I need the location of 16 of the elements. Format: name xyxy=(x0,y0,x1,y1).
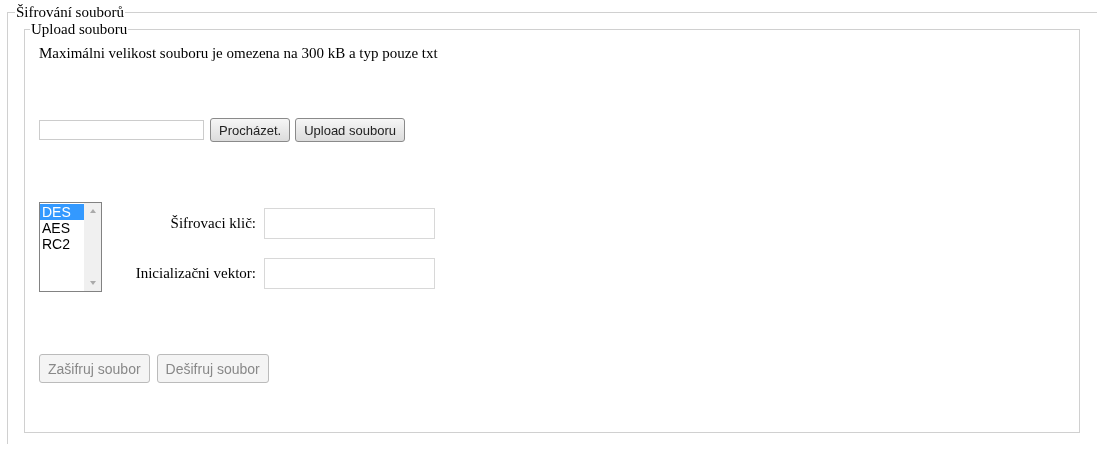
section-title: Šifrování souborů xyxy=(15,4,125,21)
upload-title: Upload souboru xyxy=(30,21,129,38)
size-limit-note: Maximálni velikost souboru je omezena na 300 kB a typ pouze txt xyxy=(39,44,439,62)
scrollbar[interactable] xyxy=(84,203,101,291)
algorithm-option[interactable]: AES xyxy=(40,220,84,236)
input-field[interactable] xyxy=(264,208,435,239)
browse-button[interactable]: Procházet. xyxy=(210,118,291,142)
field-label: Inicializačni vektor: xyxy=(134,265,256,282)
upload-button[interactable]: Upload souboru xyxy=(295,118,405,142)
field-label: Šifrovaci klič: xyxy=(169,215,256,232)
scroll-up-icon[interactable] xyxy=(88,208,97,214)
input-field[interactable] xyxy=(264,258,435,289)
file-path-field[interactable] xyxy=(39,120,204,140)
scroll-down-icon[interactable] xyxy=(88,280,97,286)
algorithm-listbox[interactable]: DES AES RC2 xyxy=(39,202,102,292)
algorithm-option[interactable]: RC2 xyxy=(40,236,84,252)
